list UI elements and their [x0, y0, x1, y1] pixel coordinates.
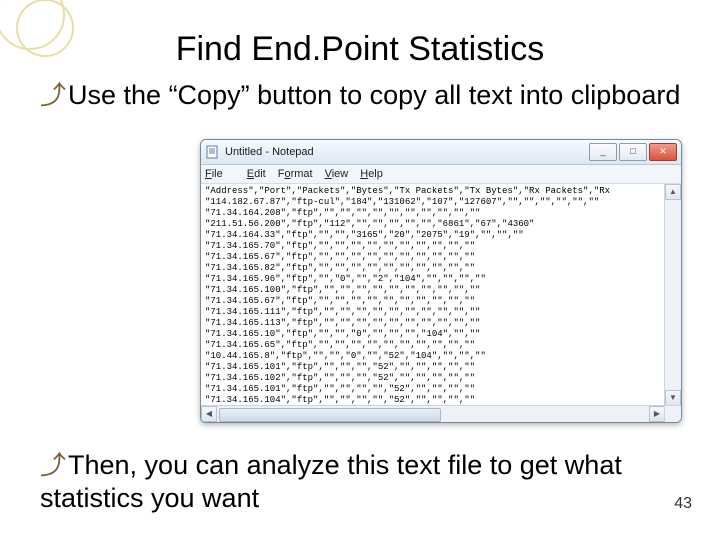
bullet-glyph-icon: ⤴	[40, 80, 66, 110]
bullet-2-text: Then, you can analyze this text file to …	[40, 450, 622, 514]
notepad-app-icon	[205, 145, 219, 159]
bullet-1: ⤴Use the “Copy” button to copy all text …	[40, 79, 690, 113]
notepad-titlebar: Untitled - Notepad _ □ ✕	[201, 140, 681, 165]
notepad-window-title: Untitled - Notepad	[225, 146, 589, 158]
horizontal-scrollbar[interactable]: ◀ ▶	[201, 405, 665, 422]
menu-file[interactable]: File	[205, 168, 235, 180]
scrollbar-corner	[664, 405, 681, 422]
vertical-scrollbar[interactable]: ▲ ▼	[664, 184, 681, 406]
notepad-menu-bar: File Edit Format View Help	[201, 165, 681, 184]
menu-edit[interactable]: Edit	[247, 168, 266, 180]
window-buttons: _ □ ✕	[589, 143, 677, 161]
bullet-2: ⤴Then, you can analyze this text file to…	[40, 449, 690, 517]
notepad-text-area[interactable]: "Address","Port","Packets","Bytes","Tx P…	[201, 184, 681, 422]
scroll-left-icon[interactable]: ◀	[201, 406, 217, 422]
page-number: 43	[674, 494, 692, 514]
menu-format[interactable]: Format	[278, 168, 313, 180]
close-button[interactable]: ✕	[649, 143, 677, 161]
minimize-button[interactable]: _	[589, 143, 617, 161]
bullet-glyph-icon: ⤴	[40, 450, 66, 480]
menu-view[interactable]: View	[325, 168, 349, 180]
slide-title: Find End.Point Statistics	[30, 20, 690, 69]
scroll-right-icon[interactable]: ▶	[649, 406, 665, 422]
notepad-window: Untitled - Notepad _ □ ✕ File Edit Forma…	[200, 139, 682, 423]
notepad-content: "Address","Port","Packets","Bytes","Tx P…	[205, 186, 661, 417]
scroll-thumb[interactable]	[219, 408, 441, 422]
scroll-down-icon[interactable]: ▼	[665, 390, 681, 406]
notepad-screenshot: Untitled - Notepad _ □ ✕ File Edit Forma…	[200, 139, 680, 421]
maximize-button[interactable]: □	[619, 143, 647, 161]
menu-help[interactable]: Help	[360, 168, 383, 180]
bullet-1-text: Use the “Copy” button to copy all text i…	[68, 80, 680, 110]
scroll-up-icon[interactable]: ▲	[665, 184, 681, 200]
